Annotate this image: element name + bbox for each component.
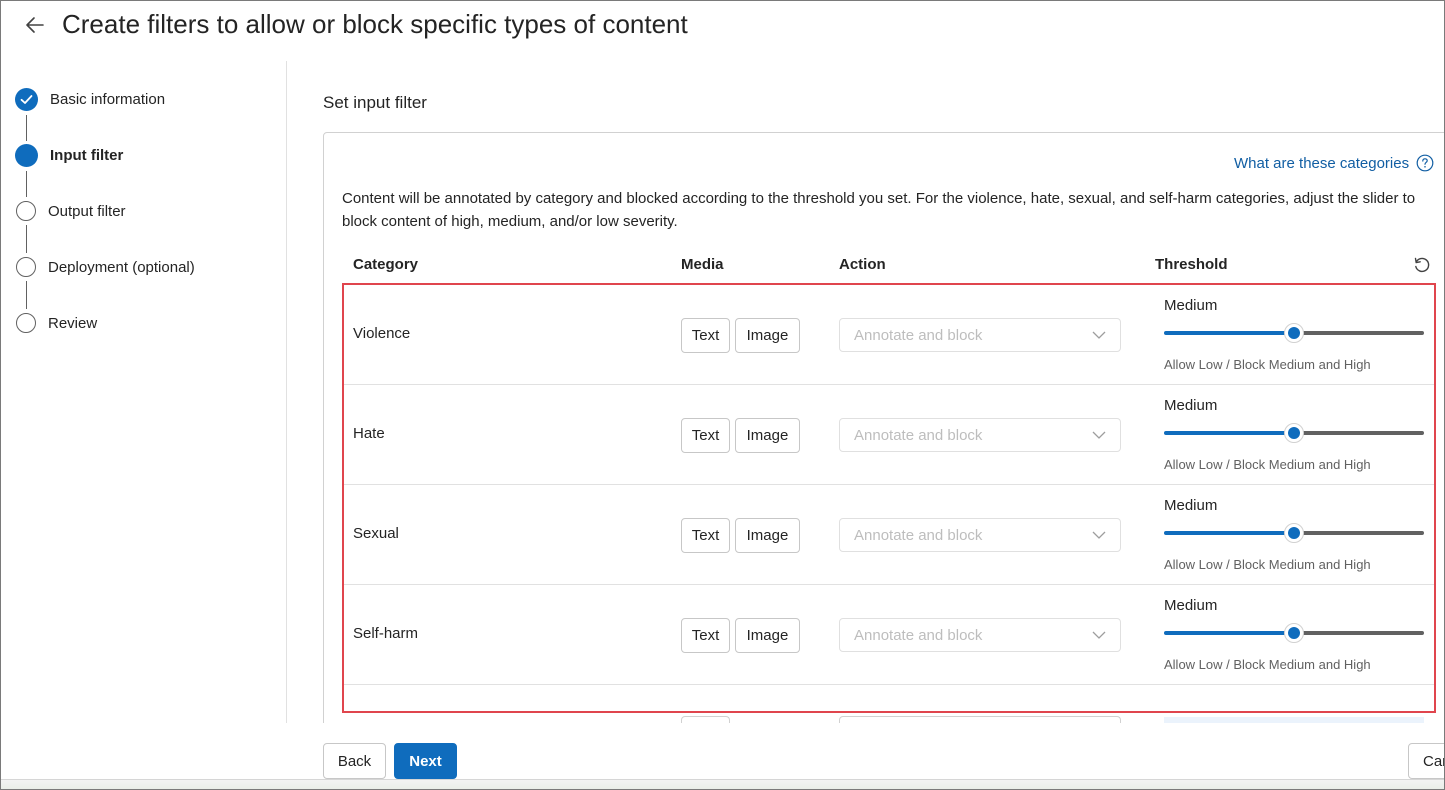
chevron-down-icon <box>1092 631 1106 639</box>
step-label: Basic information <box>50 90 166 108</box>
step-status-done <box>15 87 38 111</box>
media-image-button[interactable]: Image <box>735 318 800 353</box>
action-dropdown[interactable]: Annotate and block <box>839 518 1121 552</box>
chevron-down-icon <box>1092 431 1106 439</box>
category-row-self-harm: Self-harm Text Image Annotate and block … <box>344 585 1435 685</box>
slider-track-filled <box>1164 331 1294 335</box>
media-text-button[interactable]: Text <box>681 618 730 653</box>
media-image-button[interactable]: Image <box>735 518 800 553</box>
app-window: Create filters to allow or block specifi… <box>0 0 1445 790</box>
step-connector <box>26 171 27 197</box>
page-header: Create filters to allow or block specifi… <box>1 1 1444 57</box>
slider-track-filled <box>1164 531 1294 535</box>
slider-thumb[interactable] <box>1284 423 1304 443</box>
back-button[interactable]: Back <box>323 743 386 779</box>
threshold-level: Medium <box>1164 397 1218 414</box>
media-image-button[interactable]: Image <box>735 618 800 653</box>
threshold-description: Allow Low / Block Medium and High <box>1164 457 1371 472</box>
category-name: Self-harm <box>353 625 419 642</box>
chevron-down-icon <box>1092 531 1106 539</box>
step-label: Deployment (optional) <box>48 258 195 276</box>
action-dropdown[interactable]: Annotate and block <box>839 318 1121 352</box>
wizard-stepper: Basic information Input filter Output fi… <box>1 61 287 789</box>
cancel-button[interactable]: Car <box>1408 743 1444 779</box>
page-title: Create filters to allow or block specifi… <box>62 9 688 39</box>
media-text-button[interactable]: Text <box>681 518 730 553</box>
column-header-action: Action <box>839 256 886 273</box>
column-header-threshold: Threshold <box>1155 256 1228 273</box>
step-input-filter[interactable]: Input filter <box>15 142 123 168</box>
arrow-left-icon[interactable] <box>23 13 47 37</box>
question-circle-icon <box>1416 154 1434 172</box>
category-row-sexual: Sexual Text Image Annotate and block Med… <box>344 485 1435 585</box>
step-status-pending <box>16 257 36 277</box>
step-connector <box>26 115 27 141</box>
action-value: Annotate and block <box>854 326 983 344</box>
action-dropdown[interactable]: Annotate and block <box>839 418 1121 452</box>
step-connector <box>26 281 27 309</box>
step-label: Review <box>48 314 98 332</box>
help-link-label: What are these categories <box>1234 154 1410 172</box>
action-dropdown[interactable]: Annotate and block <box>839 618 1121 652</box>
chevron-down-icon <box>1092 331 1106 339</box>
slider-thumb[interactable] <box>1284 523 1304 543</box>
checkmark-icon <box>20 94 33 104</box>
step-connector <box>26 225 27 253</box>
next-button[interactable]: Next <box>394 743 457 779</box>
section-title: Set input filter <box>323 93 427 112</box>
threshold-slider[interactable] <box>1164 323 1424 343</box>
threshold-level: Medium <box>1164 297 1218 314</box>
step-status-pending <box>16 201 36 221</box>
filter-description: Content will be annotated by category an… <box>342 190 1416 230</box>
threshold-slider[interactable] <box>1164 623 1424 643</box>
step-status-pending <box>16 313 36 333</box>
category-row-hate: Hate Text Image Annotate and block Mediu… <box>344 385 1435 485</box>
column-header-category: Category <box>353 256 419 273</box>
threshold-description: Allow Low / Block Medium and High <box>1164 357 1371 372</box>
threshold-level: Medium <box>1164 497 1218 514</box>
help-categories-link[interactable]: What are these categories <box>1234 154 1434 172</box>
threshold-description: Allow Low / Block Medium and High <box>1164 657 1371 672</box>
step-deployment[interactable]: Deployment (optional) <box>15 254 195 280</box>
reset-icon[interactable] <box>1412 255 1432 275</box>
category-name: Violence <box>353 325 411 342</box>
media-text-button[interactable]: Text <box>681 418 730 453</box>
action-value: Annotate and block <box>854 626 983 644</box>
slider-track-rest <box>1294 531 1424 535</box>
threshold-level: Medium <box>1164 597 1218 614</box>
step-basic-information[interactable]: Basic information <box>15 86 165 112</box>
threshold-description: Allow Low / Block Medium and High <box>1164 557 1371 572</box>
slider-thumb[interactable] <box>1284 623 1304 643</box>
action-value: Annotate and block <box>854 526 983 544</box>
slider-track-rest <box>1294 431 1424 435</box>
column-header-media: Media <box>681 256 724 273</box>
step-label: Input filter <box>50 146 124 164</box>
step-review[interactable]: Review <box>15 310 97 336</box>
step-output-filter[interactable]: Output filter <box>15 198 126 224</box>
category-name: Sexual <box>353 525 399 542</box>
slider-track-rest <box>1294 631 1424 635</box>
threshold-slider[interactable] <box>1164 423 1424 443</box>
slider-track-filled <box>1164 431 1294 435</box>
category-row-violence: Violence Text Image Annotate and block M… <box>344 285 1435 385</box>
media-text-button[interactable]: Text <box>681 318 730 353</box>
action-value: Annotate and block <box>854 426 983 444</box>
window-bottom-edge <box>1 779 1444 789</box>
slider-track-rest <box>1294 331 1424 335</box>
step-status-current <box>15 143 38 167</box>
slider-track-filled <box>1164 631 1294 635</box>
step-label: Output filter <box>48 202 126 220</box>
threshold-slider[interactable] <box>1164 523 1424 543</box>
media-image-button[interactable]: Image <box>735 418 800 453</box>
slider-thumb[interactable] <box>1284 323 1304 343</box>
category-name: Hate <box>353 425 385 442</box>
